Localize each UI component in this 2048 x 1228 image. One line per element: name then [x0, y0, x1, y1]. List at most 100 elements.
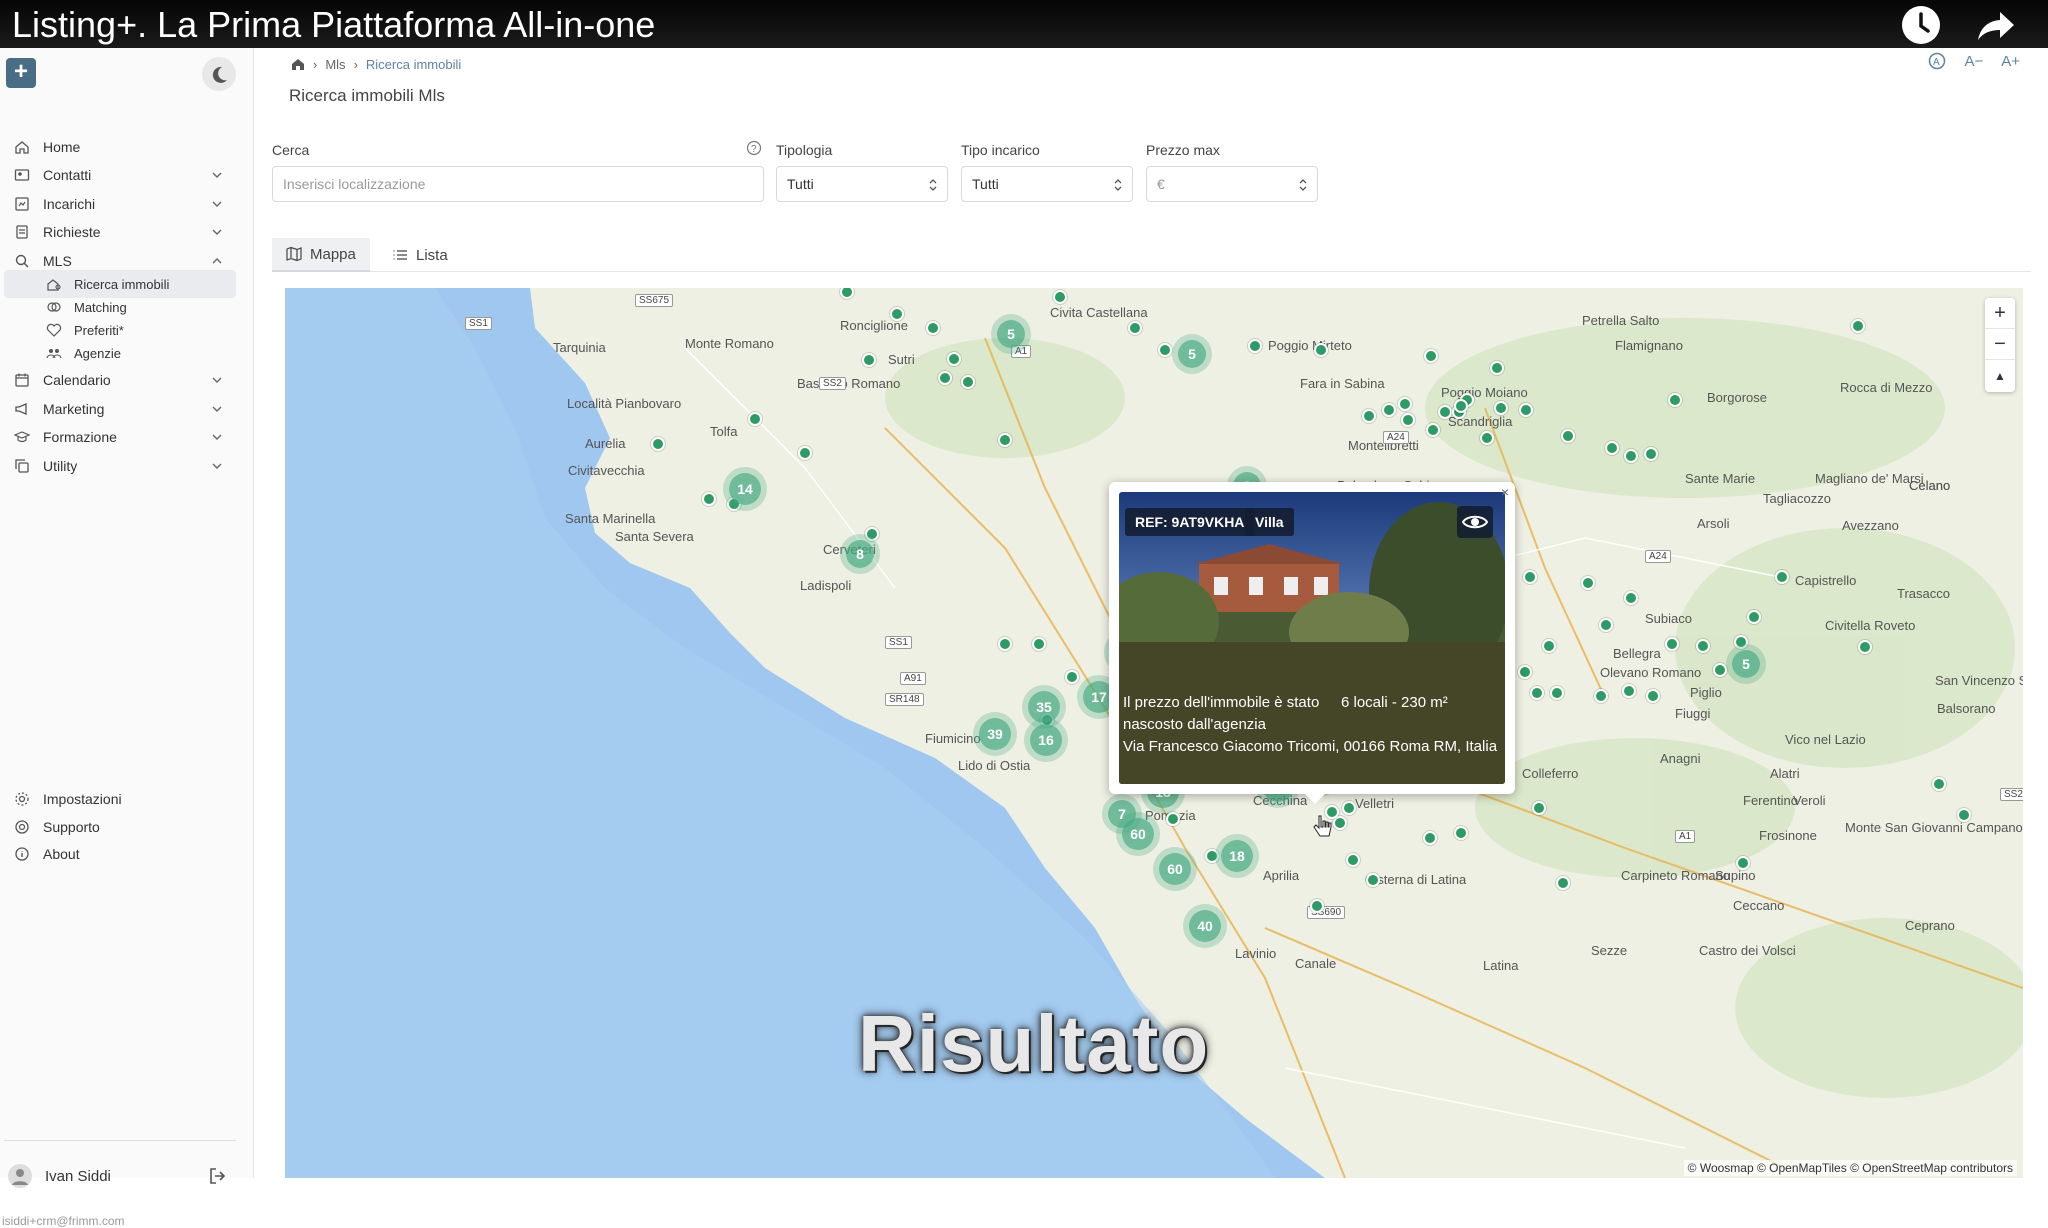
- property-popup[interactable]: REF: 9AT9VKHA Villa Il prezzo dell'immob…: [1109, 482, 1515, 804]
- property-marker[interactable]: [1932, 777, 1946, 791]
- chevron-down-icon[interactable]: [210, 225, 224, 239]
- sidebar-item-richieste[interactable]: Richieste: [0, 217, 254, 247]
- prezzo-max-select[interactable]: €: [1146, 166, 1318, 202]
- property-marker[interactable]: [1401, 413, 1415, 427]
- property-marker[interactable]: [1581, 576, 1595, 590]
- property-photo[interactable]: REF: 9AT9VKHA Villa Il prezzo dell'immob…: [1119, 492, 1505, 784]
- tipologia-select[interactable]: Tutti: [776, 166, 948, 202]
- sidebar-item-formazione[interactable]: Formazione: [0, 422, 254, 452]
- property-marker[interactable]: [1438, 405, 1452, 419]
- property-cluster[interactable]: 5: [1732, 650, 1760, 678]
- property-cluster[interactable]: 40: [1189, 910, 1221, 942]
- watch-later-icon[interactable]: [1900, 4, 1942, 46]
- property-marker[interactable]: [1599, 618, 1613, 632]
- property-cluster[interactable]: 35: [1028, 691, 1060, 723]
- property-marker[interactable]: [1248, 339, 1262, 353]
- property-marker[interactable]: [1424, 349, 1438, 363]
- chevron-up-icon[interactable]: [210, 254, 224, 268]
- property-marker[interactable]: [748, 412, 762, 426]
- property-marker[interactable]: [1734, 635, 1748, 649]
- property-marker[interactable]: [890, 307, 904, 321]
- property-marker[interactable]: [1366, 873, 1380, 887]
- sidebar-item-incarichi[interactable]: Incarichi: [0, 189, 254, 219]
- property-marker[interactable]: [1747, 610, 1761, 624]
- chevron-down-icon[interactable]: [210, 430, 224, 444]
- accessibility-icon[interactable]: A: [1928, 52, 1946, 70]
- home-icon[interactable]: [291, 57, 305, 71]
- property-cluster[interactable]: 60: [1159, 853, 1191, 885]
- property-marker[interactable]: [1736, 856, 1750, 870]
- zoom-in-button[interactable]: +: [1985, 298, 2015, 329]
- property-marker[interactable]: [1454, 399, 1468, 413]
- property-marker[interactable]: [1426, 423, 1440, 437]
- property-marker[interactable]: [926, 321, 940, 335]
- property-marker[interactable]: [1775, 570, 1789, 584]
- property-marker[interactable]: [1957, 808, 1971, 822]
- sidebar-item-calendario[interactable]: Calendario: [0, 365, 254, 395]
- tab-lista[interactable]: Lista: [378, 238, 462, 272]
- property-marker[interactable]: [1858, 640, 1872, 654]
- property-cluster[interactable]: 18: [1221, 840, 1253, 872]
- compass-button[interactable]: ▲: [1985, 360, 2015, 391]
- property-marker[interactable]: [1622, 684, 1636, 698]
- sidebar-subitem-agenzie[interactable]: Agenzie: [4, 339, 236, 367]
- zoom-out-button[interactable]: −: [1985, 329, 2015, 360]
- app-logo[interactable]: +: [6, 58, 36, 88]
- property-marker[interactable]: [1205, 849, 1219, 863]
- property-cluster[interactable]: 8: [846, 540, 874, 568]
- eye-icon[interactable]: [1457, 506, 1493, 538]
- chevron-down-icon[interactable]: [210, 402, 224, 416]
- location-search-input[interactable]: [272, 166, 764, 202]
- property-marker[interactable]: [1314, 343, 1328, 357]
- property-marker[interactable]: [1494, 401, 1508, 415]
- property-marker[interactable]: [1532, 801, 1546, 815]
- property-marker[interactable]: [651, 437, 665, 451]
- chevron-down-icon[interactable]: [210, 197, 224, 211]
- sidebar-item-contatti[interactable]: Contatti: [0, 160, 254, 190]
- sidebar-item-home[interactable]: Home: [0, 132, 254, 162]
- logout-icon[interactable]: [208, 1166, 228, 1186]
- property-marker[interactable]: [1454, 826, 1468, 840]
- property-marker[interactable]: [1166, 812, 1180, 826]
- font-increase-button[interactable]: A+: [2001, 53, 2020, 70]
- property-marker[interactable]: [1128, 321, 1142, 335]
- sidebar-item-supporto[interactable]: Supporto: [0, 812, 254, 842]
- chevron-down-icon[interactable]: [210, 168, 224, 182]
- property-marker[interactable]: [1423, 831, 1437, 845]
- property-marker[interactable]: [1624, 591, 1638, 605]
- property-cluster[interactable]: 5: [997, 320, 1025, 348]
- property-marker[interactable]: [1382, 403, 1396, 417]
- property-marker[interactable]: [1542, 639, 1556, 653]
- font-decrease-button[interactable]: A−: [1964, 53, 1983, 70]
- property-marker[interactable]: [1594, 689, 1608, 703]
- property-marker[interactable]: [865, 527, 879, 541]
- breadcrumb-mls[interactable]: Mls: [325, 57, 345, 72]
- property-marker[interactable]: [1518, 665, 1532, 679]
- property-cluster[interactable]: 60: [1122, 818, 1154, 850]
- property-marker[interactable]: [1644, 447, 1658, 461]
- property-marker[interactable]: [1605, 441, 1619, 455]
- property-marker[interactable]: [1556, 876, 1570, 890]
- property-marker[interactable]: [1342, 801, 1356, 815]
- property-marker[interactable]: [1053, 290, 1067, 304]
- property-cluster[interactable]: 39: [979, 718, 1011, 750]
- help-icon[interactable]: ?: [746, 140, 762, 156]
- property-marker[interactable]: [1530, 686, 1544, 700]
- property-marker[interactable]: [1362, 409, 1376, 423]
- property-marker[interactable]: [1696, 639, 1710, 653]
- property-marker[interactable]: [961, 375, 975, 389]
- property-marker[interactable]: [1713, 663, 1727, 677]
- close-icon[interactable]: ×: [1501, 484, 1509, 500]
- sidebar-item-utility[interactable]: Utility: [0, 451, 254, 481]
- property-marker[interactable]: [1624, 449, 1638, 463]
- property-marker[interactable]: [998, 433, 1012, 447]
- property-marker[interactable]: [1851, 319, 1865, 333]
- property-marker[interactable]: [1561, 429, 1575, 443]
- sidebar-item-impostazioni[interactable]: Impostazioni: [0, 784, 254, 814]
- chevron-down-icon[interactable]: [210, 459, 224, 473]
- property-marker[interactable]: [862, 353, 876, 367]
- property-marker[interactable]: [1519, 403, 1533, 417]
- property-marker[interactable]: [798, 446, 812, 460]
- property-marker[interactable]: [1490, 361, 1504, 375]
- property-marker[interactable]: [1346, 853, 1360, 867]
